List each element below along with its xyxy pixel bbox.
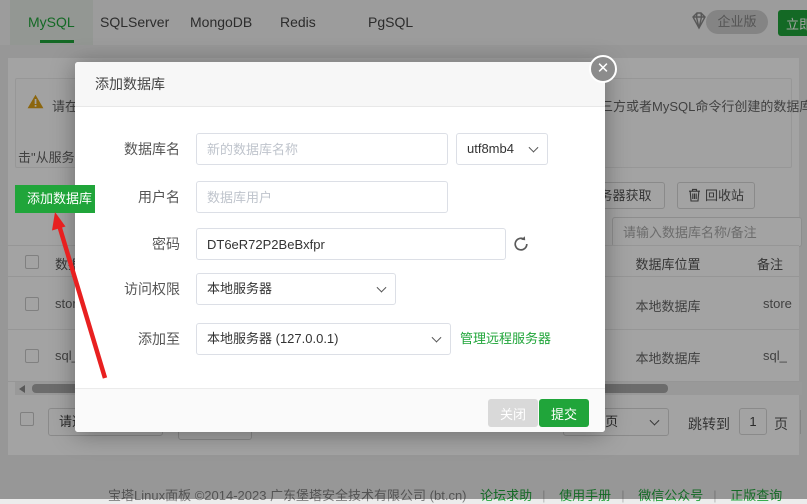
modal-title: 添加数据库 <box>75 62 605 107</box>
close-icon[interactable]: ✕ <box>589 55 617 83</box>
chevron-down-icon <box>377 283 387 293</box>
submit-button[interactable]: 提交 <box>539 399 589 427</box>
chevron-down-icon <box>529 143 539 153</box>
charset-value: utf8mb4 <box>467 141 514 156</box>
manage-remote-server-link[interactable]: 管理远程服务器 <box>460 323 551 355</box>
permission-label: 访问权限 <box>75 273 180 305</box>
password-label: 密码 <box>75 228 180 260</box>
refresh-icon[interactable] <box>512 235 530 253</box>
charset-select[interactable]: utf8mb4 <box>456 133 548 165</box>
close-button[interactable]: 关闭 <box>488 399 538 427</box>
permission-select[interactable]: 本地服务器 <box>196 273 396 305</box>
db-name-label: 数据库名 <box>75 133 180 165</box>
add-database-modal: 添加数据库 ✕ 数据库名 utf8mb4 用户名 密码 访问权限 本地服务器 添… <box>75 62 605 432</box>
password-input[interactable] <box>196 228 506 260</box>
add-database-button[interactable]: 添加数据库 <box>15 185 95 213</box>
target-server-select[interactable]: 本地服务器 (127.0.0.1) <box>196 323 451 355</box>
chevron-down-icon <box>432 333 442 343</box>
db-name-input[interactable] <box>196 133 448 165</box>
username-input[interactable] <box>196 181 448 213</box>
target-label: 添加至 <box>75 323 180 355</box>
modal-footer: 关闭 提交 <box>75 388 605 432</box>
permission-value: 本地服务器 <box>207 281 272 296</box>
target-server-value: 本地服务器 (127.0.0.1) <box>207 331 339 346</box>
